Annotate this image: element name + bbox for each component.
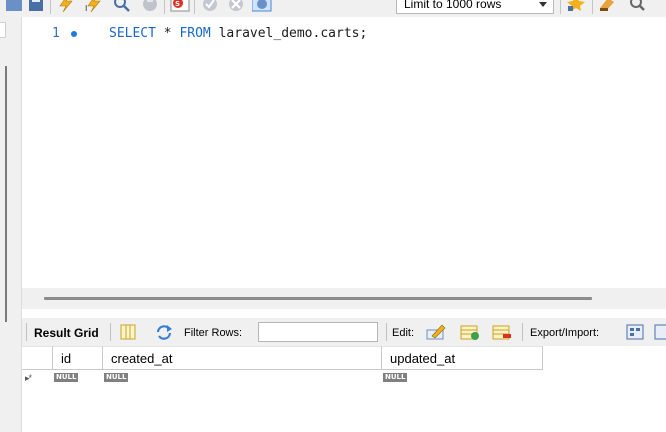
svg-text:S: S (175, 0, 180, 8)
save-icon[interactable] (26, 0, 46, 14)
execute-current-icon[interactable]: I (84, 0, 104, 14)
column-header-updated-at[interactable]: updated_at (382, 346, 543, 370)
new-row-marker: ▸* (25, 373, 32, 383)
line-number: 1 (52, 26, 60, 41)
sql-editor[interactable]: 1 SELECT * FROM laravel_demo.carts; (22, 17, 666, 293)
snippet-icon[interactable] (598, 0, 618, 14)
filter-rows-input[interactable] (258, 322, 378, 342)
export-icon[interactable] (626, 322, 646, 342)
toolbar-separator (386, 323, 387, 341)
toolbar-separator (592, 0, 593, 14)
gutter-marker (0, 22, 6, 38)
chevron-down-icon (539, 2, 547, 7)
svg-text:I: I (85, 4, 87, 12)
result-grid[interactable]: id created_at updated_at ▸* NULL NULL NU… (22, 346, 666, 432)
refresh-icon[interactable] (154, 322, 174, 342)
sidebar-splitter[interactable] (5, 66, 7, 322)
column-header-created-at[interactable]: created_at (103, 346, 382, 370)
folder-icon[interactable] (4, 0, 24, 14)
beautify-icon[interactable] (566, 0, 586, 14)
sql-editor-toolbar: I S Limit to 1000 rows (0, 0, 666, 17)
toolbar-separator (26, 323, 27, 341)
toolbar-separator (194, 0, 195, 14)
toolbar-separator (110, 323, 111, 341)
column-header-id[interactable]: id (53, 346, 103, 370)
result-toolbar: Result Grid Filter Rows: Edit: Export/Im… (22, 318, 666, 346)
insert-row-icon[interactable] (460, 322, 480, 342)
row-header-corner (22, 346, 53, 370)
null-cell-updated-at[interactable]: NULL (383, 373, 408, 382)
null-cell-created-at[interactable]: NULL (104, 373, 129, 382)
autocommit-icon[interactable] (252, 0, 272, 14)
toggle-error-icon[interactable]: S (170, 0, 190, 14)
limit-rows-select[interactable]: Limit to 1000 rows (396, 0, 554, 14)
sql-keyword: SELECT (109, 26, 156, 41)
toolbar-separator (522, 323, 523, 341)
delete-row-icon[interactable] (492, 322, 512, 342)
sql-keyword: FROM (179, 26, 211, 41)
toolbar-separator (50, 0, 51, 14)
sql-text: * (155, 26, 180, 41)
new-row-indicator: ▸* (22, 370, 54, 384)
horizontal-scrollbar[interactable] (44, 297, 592, 300)
find-icon[interactable] (628, 0, 648, 14)
sql-statement[interactable]: SELECT * FROM laravel_demo.carts; (109, 26, 367, 41)
execute-icon[interactable] (56, 0, 76, 14)
import-icon[interactable] (654, 322, 666, 342)
toolbar-separator (560, 0, 561, 14)
edit-cell-icon[interactable] (426, 322, 446, 342)
export-import-label: Export/Import: (530, 327, 600, 339)
statement-marker-icon (71, 31, 77, 37)
rollback-icon[interactable] (226, 0, 246, 14)
result-grid-tab[interactable]: Result Grid (34, 326, 99, 340)
null-cell-id[interactable]: NULL (54, 373, 79, 382)
sql-text: laravel_demo.carts; (210, 26, 368, 41)
commit-icon[interactable] (200, 0, 220, 14)
explain-icon[interactable] (112, 0, 132, 14)
stop-icon[interactable] (140, 0, 160, 14)
edit-label: Edit: (392, 327, 415, 339)
grid-layout-icon[interactable] (118, 322, 138, 342)
limit-rows-value: Limit to 1000 rows (404, 0, 502, 11)
left-gutter (0, 0, 22, 432)
toolbar-separator (164, 0, 165, 14)
filter-rows-label: Filter Rows: (184, 327, 243, 339)
